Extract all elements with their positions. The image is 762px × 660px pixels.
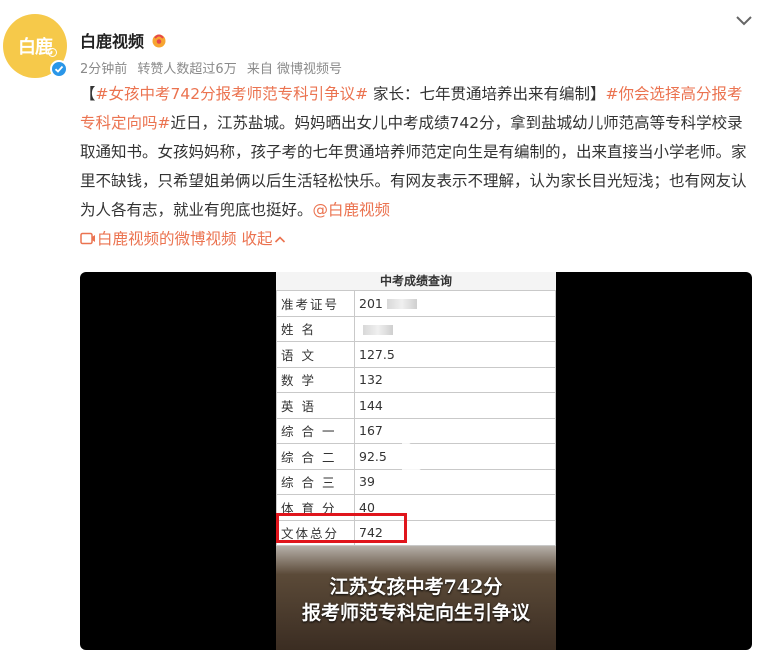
score-label: 数学 [276, 366, 355, 393]
score-label: 综合三 [276, 468, 355, 495]
score-value: 127.5 [354, 341, 556, 368]
score-value-text: 201 [359, 295, 383, 311]
score-value: 92.5 [354, 443, 556, 470]
score-value-text: 167 [359, 423, 383, 439]
score-table: 准考证号 201 姓名 语文 127.5 数学 132 英语 144 综合一 167 综合二 92.5 综… [276, 290, 556, 546]
fan-badge-icon [152, 34, 166, 48]
score-label: 英语 [276, 392, 355, 419]
score-value: 144 [354, 392, 556, 419]
post-source[interactable]: 来自 微博视频号 [247, 62, 342, 77]
avatar-text: 白鹿 [18, 37, 53, 58]
score-label: 综合一 [276, 417, 355, 444]
video-caption: 江苏女孩中考742分 报考师范专科定向生引争议 [276, 574, 556, 626]
avatar-ring-icon [48, 48, 57, 57]
score-value-text: 127.5 [359, 346, 395, 362]
bracket-close: 】 [590, 85, 606, 103]
score-label: 语文 [276, 341, 355, 368]
sheet-title: 中考成绩查询 [379, 274, 452, 288]
score-value [354, 315, 556, 342]
chevron-up-icon [275, 236, 286, 243]
score-label: 准考证号 [276, 290, 355, 317]
hashtag-link[interactable]: #女孩中考742分报考师范专科引争议# [96, 85, 369, 103]
mention-link[interactable]: @白鹿视频 [313, 201, 391, 219]
bracket-open: 【 [80, 85, 96, 103]
post-time[interactable]: 2分钟前 [80, 62, 127, 77]
collapse-link[interactable]: 收起 [241, 230, 286, 248]
score-value: 39 [354, 468, 556, 495]
author-name[interactable]: 白鹿视频 [80, 28, 144, 52]
blurred-mask [363, 324, 393, 335]
video-link[interactable]: 白鹿视频的微博视频 [80, 230, 237, 248]
caption-line: 江苏女孩中考742分 [329, 576, 503, 598]
post-body: 近日，江苏盐城。妈妈晒出女儿中考成绩742分，拿到盐城幼儿师范高等专科学校录取通… [80, 114, 747, 219]
video-link-label: 白鹿视频的微博视频 [97, 230, 237, 248]
total-score-highlight [276, 513, 407, 543]
score-value: 167 [354, 417, 556, 444]
table-row: 英语 144 [276, 392, 556, 419]
table-row: 姓名 [276, 315, 556, 342]
chevron-down-icon[interactable] [734, 14, 754, 28]
verified-icon [50, 60, 68, 78]
author-name-row: 白鹿视频 [80, 28, 168, 52]
caption-line: 报考师范专科定向生引争议 [301, 602, 530, 624]
video-player[interactable]: 中考成绩查询 准考证号 201 姓名 语文 127.5 数学 132 英语 144 综合一 167 综… [80, 272, 752, 650]
score-value-text: 39 [359, 474, 375, 490]
score-value: 132 [354, 366, 556, 393]
blurred-mask [386, 299, 417, 310]
post-meta: 2分钟前 转赞人数超过6万 来自 微博视频号 [80, 58, 348, 77]
table-row: 准考证号 201 [276, 290, 556, 317]
score-value: 201 [354, 290, 556, 317]
score-label: 综合二 [276, 443, 355, 470]
post-text: 【#女孩中考742分报考师范专科引争议# 家长：七年贯通培养出来有编制】#你会选… [80, 80, 752, 254]
score-value-text: 132 [359, 372, 383, 388]
video-icon [80, 232, 95, 245]
table-row: 语文 127.5 [276, 341, 556, 368]
collapse-label: 收起 [241, 230, 273, 248]
score-value-text: 144 [359, 397, 383, 413]
weibo-post: 白鹿 白鹿视频 2分钟前 转赞人数超过6万 来自 微博视频号 【#女孩中考742… [0, 0, 762, 660]
play-icon[interactable] [402, 438, 434, 482]
headline-quote: 家长：七年贯通培养出来有编制 [368, 85, 591, 103]
score-label: 姓名 [276, 315, 355, 342]
repost-count: 转赞人数超过6万 [137, 62, 237, 77]
table-row: 数学 132 [276, 366, 556, 393]
score-value-text: 92.5 [359, 448, 387, 464]
